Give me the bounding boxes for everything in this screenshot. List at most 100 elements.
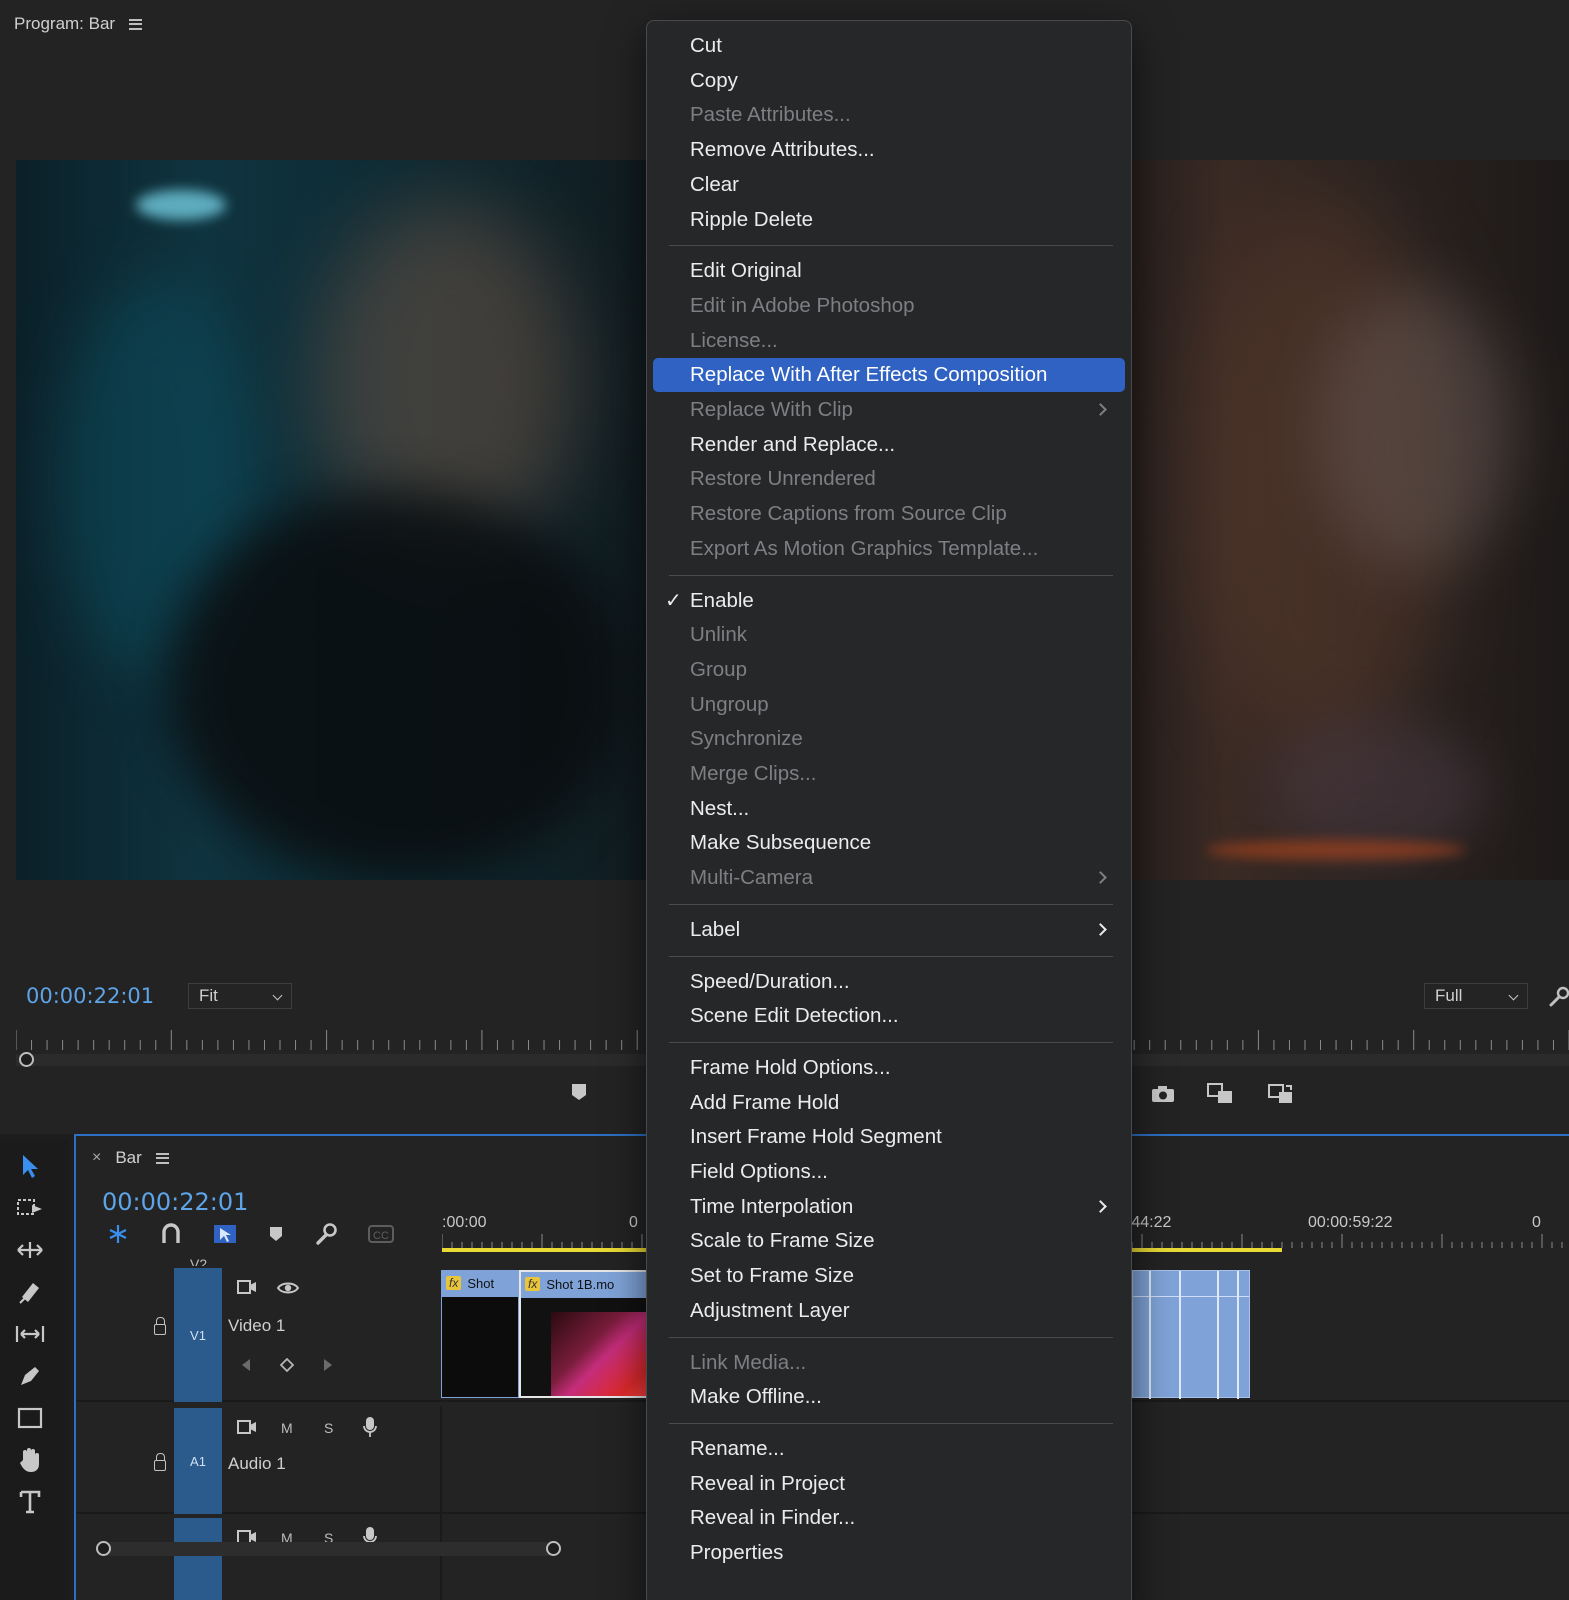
add-marker-icon[interactable] — [268, 1225, 284, 1248]
menu-item-replace-with-after-effects-composition[interactable]: Replace With After Effects Composition — [653, 358, 1125, 393]
toggle-proxies-icon[interactable] — [1266, 1082, 1296, 1111]
previous-keyframe-icon[interactable] — [240, 1358, 252, 1377]
pen-tool-icon[interactable] — [14, 1360, 46, 1392]
menu-item-scale-to-frame-size[interactable]: Scale to Frame Size — [653, 1224, 1125, 1258]
track-target-v1[interactable]: V1 — [174, 1268, 222, 1402]
lock-track-icon[interactable] — [154, 1453, 166, 1471]
panel-menu-icon[interactable] — [129, 18, 143, 30]
menu-item-adjustment-layer[interactable]: Adjustment Layer — [653, 1294, 1125, 1328]
slip-tool-icon[interactable] — [14, 1318, 46, 1350]
type-tool-icon[interactable] — [14, 1486, 46, 1518]
menu-separator — [669, 574, 1113, 576]
menu-item-rename[interactable]: Rename... — [653, 1432, 1125, 1466]
menu-item-add-frame-hold[interactable]: Add Frame Hold — [653, 1086, 1125, 1120]
menu-item-time-interpolation[interactable]: Time Interpolation — [653, 1190, 1125, 1224]
menu-separator — [669, 903, 1113, 905]
toggle-sync-lock-icon[interactable] — [236, 1418, 258, 1441]
menu-item-restore-unrendered: Restore Unrendered — [653, 462, 1125, 496]
menu-item-label: Synchronize — [690, 727, 803, 751]
menu-item-label: Edit Original — [690, 259, 802, 283]
menu-item-link-media: Link Media... — [653, 1346, 1125, 1380]
timeline-settings-wrench-icon[interactable] — [314, 1222, 338, 1251]
menu-item-label[interactable]: Label — [653, 913, 1125, 947]
video-clip[interactable]: fx Shot 1B.mo — [519, 1270, 649, 1398]
solo-track-button[interactable]: S — [324, 1420, 333, 1436]
panel-menu-icon[interactable] — [155, 1152, 169, 1164]
menu-item-label: Ripple Delete — [690, 207, 814, 231]
menu-item-nest[interactable]: Nest... — [653, 792, 1125, 826]
camera-export-frame-icon[interactable] — [1150, 1084, 1176, 1109]
hand-tool-icon[interactable] — [14, 1444, 46, 1476]
menu-item-clear[interactable]: Clear — [653, 168, 1125, 202]
menu-item-make-subsequence[interactable]: Make Subsequence — [653, 826, 1125, 860]
track-name-audio-1[interactable]: Audio 1 — [228, 1454, 286, 1474]
ripple-edit-tool-icon[interactable] — [14, 1234, 46, 1266]
menu-item-paste-attributes: Paste Attributes... — [653, 98, 1125, 132]
menu-item-label: Merge Clips... — [690, 762, 817, 785]
scroll-handle-right[interactable] — [546, 1541, 561, 1556]
menu-item-properties[interactable]: Properties — [653, 1536, 1125, 1570]
menu-item-label: Render and Replace... — [690, 432, 896, 456]
program-monitor-title: Program: Bar — [14, 14, 116, 33]
track-select-tool-icon[interactable] — [14, 1192, 46, 1224]
menu-item-label: Group — [690, 657, 747, 681]
menu-item-label: Cut — [690, 34, 722, 57]
scroll-handle-left[interactable] — [96, 1541, 111, 1556]
rectangle-tool-icon[interactable] — [14, 1402, 46, 1434]
next-keyframe-icon[interactable] — [322, 1358, 334, 1377]
program-timecode[interactable]: 00:00:22:01 — [26, 984, 154, 1008]
settings-wrench-icon[interactable] — [1548, 986, 1569, 1013]
clip-name: Shot 1B.mo — [546, 1276, 615, 1292]
menu-item-scene-edit-detection[interactable]: Scene Edit Detection... — [653, 999, 1125, 1033]
video-clip[interactable]: fx Shot — [441, 1270, 519, 1398]
sequence-name: Bar — [115, 1148, 142, 1167]
menu-item-make-offline[interactable]: Make Offline... — [653, 1380, 1125, 1414]
menu-item-edit-original[interactable]: Edit Original — [653, 254, 1125, 288]
video-clip-group[interactable] — [1132, 1270, 1250, 1399]
toggle-track-output-eye-icon[interactable] — [276, 1280, 300, 1301]
menu-item-label: License... — [690, 328, 778, 352]
menu-item-ripple-delete[interactable]: Ripple Delete — [653, 203, 1125, 237]
captions-cc-icon[interactable]: CC — [368, 1225, 394, 1248]
add-marker-icon[interactable] — [570, 1082, 588, 1107]
menu-item-field-options[interactable]: Field Options... — [653, 1155, 1125, 1189]
snap-magnet-icon[interactable] — [160, 1223, 182, 1250]
submenu-arrow-icon — [1094, 1199, 1107, 1213]
menu-item-remove-attributes[interactable]: Remove Attributes... — [653, 133, 1125, 167]
insert-nest-icon[interactable] — [106, 1223, 130, 1250]
menu-item-enable[interactable]: ✓ Enable — [653, 584, 1125, 618]
menu-item-render-and-replace[interactable]: Render and Replace... — [653, 428, 1125, 462]
razor-tool-icon[interactable] — [14, 1276, 46, 1308]
menu-item-reveal-in-project[interactable]: Reveal in Project — [653, 1467, 1125, 1501]
linked-selection-icon[interactable] — [212, 1223, 238, 1250]
menu-separator — [669, 1422, 1113, 1424]
mute-track-button[interactable]: M — [281, 1420, 293, 1436]
zoom-level-dropdown[interactable]: Fit — [188, 983, 292, 1009]
add-keyframe-icon[interactable] — [279, 1357, 295, 1377]
compare-view-icon[interactable] — [1206, 1082, 1236, 1111]
menu-item-label: Adjustment Layer — [690, 1298, 850, 1322]
track-name-video-1[interactable]: Video 1 — [228, 1316, 285, 1336]
timeline-horizontal-scrollbar[interactable] — [98, 1542, 554, 1556]
playback-resolution-dropdown[interactable]: Full — [1424, 983, 1528, 1009]
menu-item-cut[interactable]: Cut — [653, 29, 1125, 63]
menu-item-merge-clips: Merge Clips... — [653, 757, 1125, 791]
menu-item-set-to-frame-size[interactable]: Set to Frame Size — [653, 1259, 1125, 1293]
selection-tool-icon[interactable] — [14, 1150, 46, 1182]
toggle-sync-lock-icon[interactable] — [236, 1278, 258, 1301]
menu-item-insert-frame-hold-segment[interactable]: Insert Frame Hold Segment — [653, 1120, 1125, 1154]
close-tab-icon[interactable]: × — [92, 1149, 101, 1167]
timeline-timecode[interactable]: 00:00:22:01 — [102, 1188, 248, 1216]
menu-item-copy[interactable]: Copy — [653, 64, 1125, 98]
menu-separator — [669, 1336, 1113, 1338]
track-target-a1[interactable]: A1 — [174, 1408, 222, 1514]
track-target-a2[interactable] — [174, 1518, 222, 1600]
zoom-handle[interactable] — [19, 1052, 34, 1067]
sequence-tab[interactable]: × Bar — [92, 1148, 169, 1168]
voice-over-record-icon[interactable] — [362, 1416, 378, 1443]
menu-item-group: Group — [653, 653, 1125, 687]
menu-item-reveal-in-finder[interactable]: Reveal in Finder... — [653, 1501, 1125, 1535]
menu-item-frame-hold-options[interactable]: Frame Hold Options... — [653, 1051, 1125, 1085]
lock-track-icon[interactable] — [154, 1317, 166, 1335]
menu-item-speed-duration[interactable]: Speed/Duration... — [653, 965, 1125, 999]
